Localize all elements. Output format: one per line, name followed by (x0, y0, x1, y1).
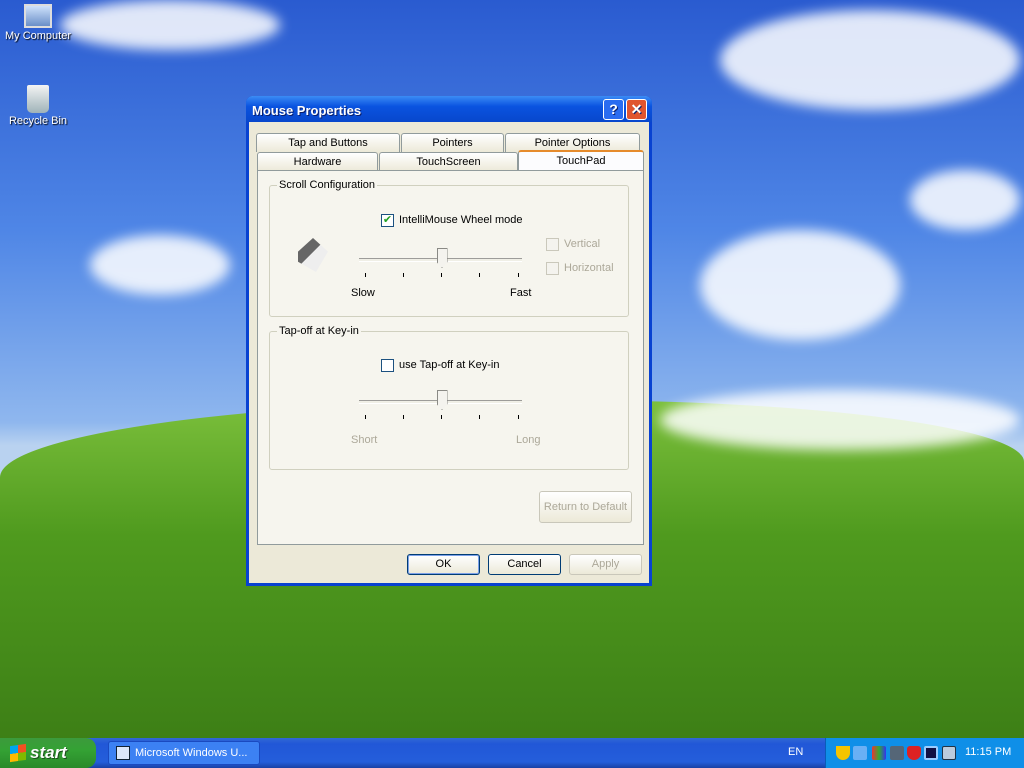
display-settings-icon[interactable] (872, 746, 886, 760)
cloud (910, 170, 1020, 230)
tab-pointers[interactable]: Pointers (401, 133, 504, 152)
desktop-icon-my-computer[interactable]: My Computer (0, 4, 76, 42)
cancel-button[interactable]: Cancel (488, 554, 561, 575)
recycle-bin-icon (27, 85, 49, 113)
start-button[interactable]: start (0, 738, 96, 768)
cloud (720, 10, 1020, 110)
intellimouse-wheel-checkbox[interactable]: ✔ (381, 214, 394, 227)
wireless-network-icon[interactable] (853, 746, 867, 760)
tick (441, 415, 442, 419)
task-label: Microsoft Windows U... (135, 747, 248, 759)
help-button[interactable]: ? (603, 99, 624, 120)
language-bar-icon[interactable] (924, 746, 938, 760)
cloud (700, 230, 900, 340)
taskbar-button-control-panel[interactable]: Microsoft Windows U... (108, 741, 260, 765)
dialog-title-bar[interactable]: Mouse Properties ? ✕ (246, 96, 652, 122)
scroll-speed-slider-thumb[interactable] (436, 248, 448, 268)
horizontal-checkbox[interactable] (546, 262, 559, 275)
fast-label: Fast (510, 287, 532, 299)
antivirus-icon[interactable] (907, 746, 921, 760)
tick (403, 415, 404, 419)
horizontal-label: Horizontal (564, 262, 614, 274)
touchpad-panel: Scroll Configuration ✔ IntelliMouse Whee… (257, 170, 644, 545)
network-disconnected-icon[interactable] (890, 746, 904, 760)
tap-off-slider-thumb[interactable] (436, 390, 448, 410)
desktop-icon-label: Recycle Bin (8, 115, 68, 127)
desktop-icon-recycle-bin[interactable]: Recycle Bin (0, 85, 76, 127)
cloud (660, 390, 1020, 450)
touchpad-scroll-icon (298, 238, 328, 272)
tick (403, 273, 404, 277)
language-indicator[interactable]: EN (788, 746, 803, 758)
long-label: Long (516, 434, 541, 446)
tab-hardware[interactable]: Hardware (257, 152, 378, 171)
tab-touchscreen[interactable]: TouchScreen (379, 152, 518, 171)
mouse-properties-dialog: Mouse Properties ? ✕ Tap and Buttons Poi… (246, 96, 652, 586)
apply-button[interactable]: Apply (569, 554, 642, 575)
tick (365, 415, 366, 419)
start-label: start (30, 743, 67, 762)
security-shield-icon[interactable] (836, 746, 850, 760)
short-label: Short (351, 434, 378, 446)
tab-tap-and-buttons[interactable]: Tap and Buttons (256, 133, 400, 152)
cloud (60, 0, 280, 50)
tick (518, 415, 519, 419)
cloud (90, 235, 230, 295)
windows-logo-icon (10, 743, 26, 763)
tick (518, 273, 519, 277)
desktop-icon-label: My Computer (4, 30, 72, 42)
close-button[interactable]: ✕ (626, 99, 647, 120)
my-computer-icon (24, 4, 52, 28)
return-to-default-button[interactable]: Return to Default (539, 491, 632, 523)
tick (479, 273, 480, 277)
clock[interactable]: 11:15 PM (965, 746, 1011, 758)
window-icon (116, 746, 130, 760)
monitor-icon[interactable] (942, 746, 956, 760)
tap-off-group: Tap-off at Key-in use Tap-off at Key-in … (269, 325, 629, 470)
tap-off-checkbox[interactable] (381, 359, 394, 372)
system-tray: 11:15 PM (825, 738, 1024, 768)
vertical-checkbox[interactable] (546, 238, 559, 251)
tick (479, 415, 480, 419)
slow-label: Slow (351, 287, 375, 299)
ok-button[interactable]: OK (407, 554, 480, 575)
vertical-label: Vertical (564, 238, 601, 250)
intellimouse-wheel-label: IntelliMouse Wheel mode (399, 214, 523, 226)
tab-touchpad[interactable]: TouchPad (518, 150, 644, 170)
tick (365, 273, 366, 277)
tick (441, 273, 442, 277)
tap-off-label: use Tap-off at Key-in (399, 359, 500, 371)
dialog-title: Mouse Properties (252, 103, 362, 118)
scroll-configuration-group: Scroll Configuration ✔ IntelliMouse Whee… (269, 179, 629, 317)
group-label: Tap-off at Key-in (277, 325, 361, 337)
group-label: Scroll Configuration (277, 179, 377, 191)
taskbar: start Microsoft Windows U... EN 11:15 PM (0, 738, 1024, 768)
